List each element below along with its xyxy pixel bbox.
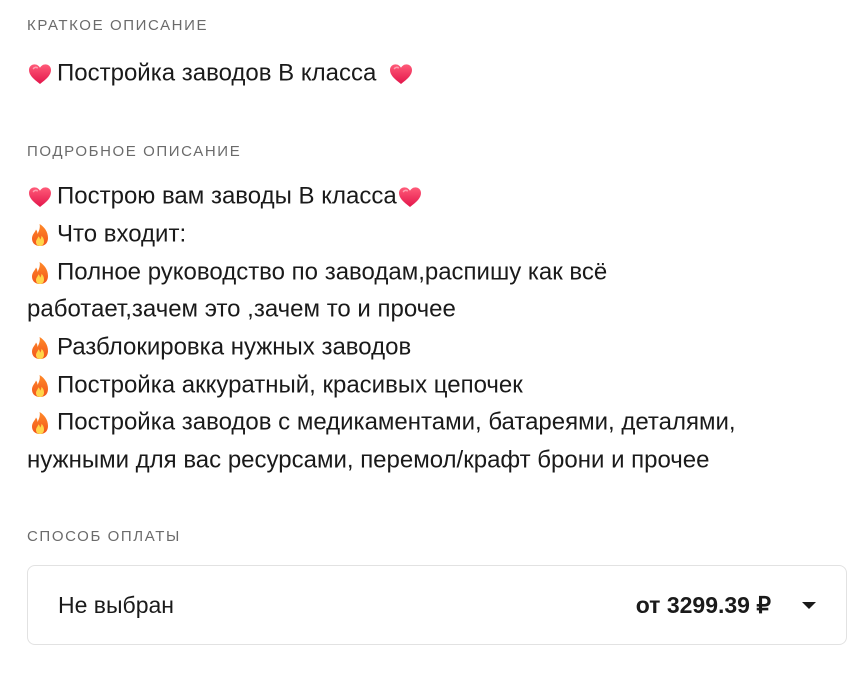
chevron-down-icon[interactable] bbox=[802, 602, 816, 609]
fire-icon bbox=[27, 336, 53, 360]
fire-icon bbox=[27, 223, 53, 247]
heart-icon bbox=[27, 185, 53, 209]
description-line-text: Полное руководство по заводам,распишу ка… bbox=[57, 258, 608, 286]
description-line-text: Постройка заводов с медикаментами, батар… bbox=[57, 408, 736, 436]
description-line: Построю вам заводы В класса bbox=[27, 181, 427, 212]
description-line-text: Построю вам заводы В класса bbox=[57, 182, 397, 210]
description-line: Полное руководство по заводам,распишу ка… bbox=[27, 257, 607, 288]
description-line: Постройка аккуратный, красивых цепочек bbox=[27, 370, 523, 401]
description-line-text: Постройка аккуратный, красивых цепочек bbox=[57, 371, 523, 399]
description-line-text: нужными для вас ресурсами, перемол/крафт… bbox=[27, 446, 710, 474]
payment-method-label: СПОСОБ ОПЛАТЫ bbox=[27, 528, 181, 545]
fire-icon bbox=[27, 261, 53, 285]
payment-price: от 3299.39 ₽ bbox=[635, 592, 771, 618]
short-description-value: Постройка заводов В класса bbox=[57, 59, 377, 87]
heart-icon bbox=[388, 62, 414, 86]
description-line-text: Что входит: bbox=[57, 220, 187, 248]
heart-icon bbox=[27, 62, 53, 86]
fire-icon bbox=[27, 411, 53, 435]
description-line: Постройка заводов с медикаментами, батар… bbox=[27, 407, 736, 438]
description-line: нужными для вас ресурсами, перемол/крафт… bbox=[27, 445, 710, 476]
detailed-description-label: ПОДРОБНОЕ ОПИСАНИЕ bbox=[27, 143, 242, 160]
description-line-text: Разблокировка нужных заводов bbox=[57, 333, 412, 361]
description-line: Что входит: bbox=[27, 219, 186, 250]
fire-icon bbox=[27, 374, 53, 398]
description-line: работает,зачем это ,зачем то и прочее bbox=[27, 294, 456, 325]
payment-selected-value: Не выбран bbox=[58, 592, 174, 618]
heart-icon bbox=[397, 185, 423, 209]
description-line: Разблокировка нужных заводов bbox=[27, 332, 411, 363]
description-line-text: работает,зачем это ,зачем то и прочее bbox=[27, 295, 456, 323]
payment-method-select[interactable]: Не выбран от 3299.39 ₽ bbox=[27, 565, 847, 645]
short-description-label: КРАТКОЕ ОПИСАНИЕ bbox=[27, 17, 209, 34]
short-description-text: Постройка заводов В класса bbox=[27, 58, 418, 89]
